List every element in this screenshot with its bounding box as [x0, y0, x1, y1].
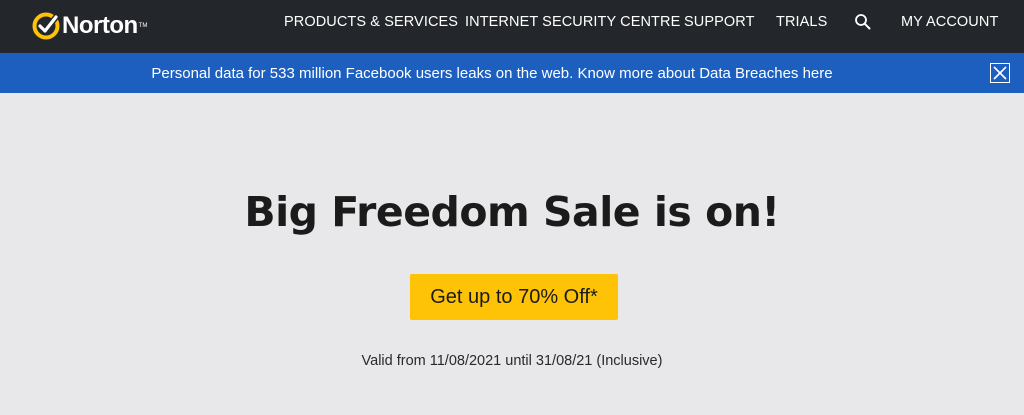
close-icon[interactable]	[990, 63, 1010, 83]
logo-text: Norton	[62, 12, 138, 39]
search-icon[interactable]	[854, 13, 872, 31]
nav-internet-security-centre[interactable]: INTERNET SECURITY CENTRE	[465, 14, 680, 30]
logo-trademark: TM	[138, 23, 148, 29]
nav-support[interactable]: SUPPORT	[684, 14, 755, 30]
norton-logo[interactable]: Norton TM	[32, 9, 147, 43]
discount-cta-button[interactable]: Get up to 70% Off*	[410, 274, 618, 320]
nav-my-account[interactable]: MY ACCOUNT	[901, 14, 998, 30]
hero-title: Big Freedom Sale is on!	[244, 188, 780, 236]
norton-check-icon	[32, 12, 60, 40]
banner-link[interactable]: Personal data for 533 million Facebook u…	[0, 65, 984, 82]
offer-validity-text: Valid from 11/08/2021 until 31/08/21 (In…	[361, 353, 663, 369]
nav-products-services[interactable]: PRODUCTS & SERVICES	[284, 14, 458, 30]
alert-banner: Personal data for 533 million Facebook u…	[0, 53, 1024, 93]
nav-trials[interactable]: TRIALS	[776, 14, 827, 30]
top-navigation: Norton TM PRODUCTS & SERVICES INTERNET S…	[0, 0, 1024, 53]
